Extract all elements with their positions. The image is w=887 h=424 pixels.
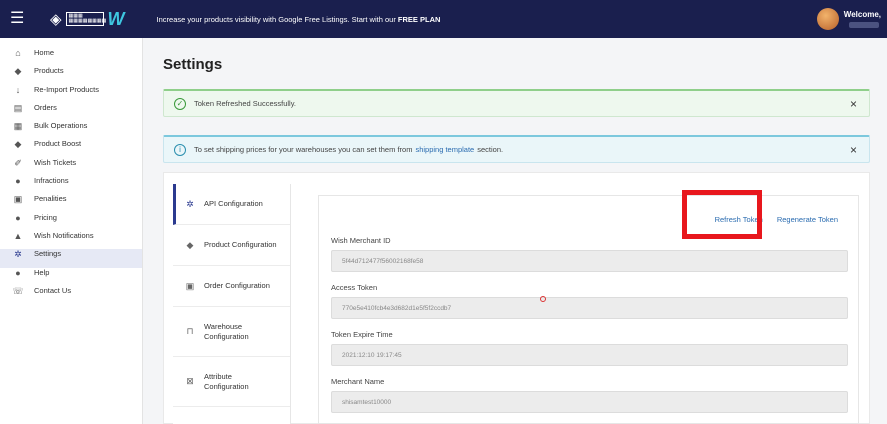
bulk-icon: ▦ <box>13 121 23 132</box>
merchant-id-field[interactable]: 5f44d712477f56002168fe58 <box>331 250 848 272</box>
hamburger-menu-icon[interactable]: ☰ <box>10 11 32 27</box>
info-icon: ● <box>15 176 21 187</box>
tab-label-line1: Attribute <box>204 371 232 381</box>
tab-label-line1: Warehouse <box>204 321 243 331</box>
sidebar-item-products[interactable]: ◆ Products <box>0 66 142 84</box>
token-expire-label: Token Expire Time <box>331 330 393 339</box>
access-token-field[interactable]: 770e5e410fcb4e3d682d1e5f5f2ccdb7 <box>331 297 848 319</box>
sidebar-item-label: Pricing <box>34 212 57 222</box>
home-icon: ⌂ <box>15 48 21 58</box>
sidebar-item-settings[interactable]: ✲ Settings <box>0 249 142 268</box>
merchant-name-label: Merchant Name <box>331 377 385 386</box>
sidebar-item-label: Bulk Operations <box>34 121 88 131</box>
tab-label: Product Configuration <box>204 240 277 249</box>
gear-icon: ✲ <box>14 249 22 260</box>
regenerate-token-link[interactable]: Regenerate Token <box>777 215 838 224</box>
sidebar-item-pricing[interactable]: ● Pricing <box>0 213 142 231</box>
sidebar-item-contact-us[interactable]: ☏ Contact Us <box>0 286 142 304</box>
info-alert-text: To set shipping prices for your warehous… <box>194 145 413 154</box>
sidebar-item-label: Infractions <box>34 176 69 186</box>
welcome-text: Welcome, <box>843 10 881 19</box>
tab-attribute-configuration[interactable]: ⊠ Attribute Configuration <box>173 357 290 407</box>
username-redacted <box>849 22 879 28</box>
sidebar-item-label: Orders <box>34 102 57 112</box>
wish-logo: W <box>107 8 125 29</box>
token-expire-field[interactable]: 2021:12:10 19:17:45 <box>331 344 848 366</box>
promo-banner: Increase your products visibility with G… <box>157 15 441 24</box>
warehouse-icon: ⊓ <box>186 326 194 336</box>
settings-tabs: ✲ API Configuration ◆ Product Configuratio… <box>173 184 291 424</box>
cursor-indicator <box>540 296 546 302</box>
sidebar-item-label: Wish Tickets <box>34 157 77 167</box>
pricing-icon: ● <box>15 212 21 223</box>
promo-banner-plan[interactable]: FREE PLAN <box>398 15 441 24</box>
order-icon: ▣ <box>185 280 195 291</box>
help-icon: ● <box>15 267 21 278</box>
tab-warehouse-configuration[interactable]: ⊓ Warehouse Configuration <box>173 307 290 357</box>
sidebar-item-label: Home <box>34 48 55 57</box>
sidebar-item-home[interactable]: ⌂ Home <box>0 48 142 66</box>
ticket-icon: ✐ <box>14 157 22 168</box>
page-title: Settings <box>163 56 223 73</box>
shipping-template-link[interactable]: shipping template <box>415 145 474 154</box>
merchant-name-field[interactable]: shisamtest10000 <box>331 391 848 413</box>
success-alert-text: Token Refreshed Successfully. <box>194 99 296 108</box>
api-icon: ✲ <box>186 198 194 209</box>
logo-box-text-2: ▦▦▦▦▦▦▦▦ <box>68 18 107 24</box>
avatar[interactable] <box>817 8 839 30</box>
tab-label: Attribute Configuration <box>204 372 249 392</box>
tab-api-configuration[interactable]: ✲ API Configuration <box>173 184 290 225</box>
success-alert: ✓ Token Refreshed Successfully. × <box>163 89 870 117</box>
tab-label-line2: Configuration <box>204 331 249 341</box>
sidebar-item-label: Penalities <box>34 194 67 204</box>
sidebar-item-penalities[interactable]: ▣ Penalities <box>0 194 142 212</box>
merchant-id-label: Wish Merchant ID <box>331 236 391 245</box>
sidebar-item-bulk-operations[interactable]: ▦ Bulk Operations <box>0 121 142 139</box>
close-icon[interactable]: × <box>850 143 857 157</box>
product-tag-icon: ◆ <box>186 239 194 250</box>
highlight-box <box>682 190 762 239</box>
download-icon: ↓ <box>15 84 21 95</box>
attribute-icon: ⊠ <box>186 376 194 386</box>
app-logo[interactable]: ◈ ▦▦▦ ▦▦▦▦▦▦▦▦ W <box>50 9 125 30</box>
info-circle-icon: i <box>174 143 186 156</box>
tag-icon: ◆ <box>14 66 22 77</box>
access-token-label: Access Token <box>331 283 378 292</box>
sidebar-item-label: Products <box>34 66 64 76</box>
penalty-icon: ▣ <box>13 194 23 205</box>
sidebar-item-label: Settings <box>34 249 62 259</box>
top-bar: ☰ ◈ ▦▦▦ ▦▦▦▦▦▦▦▦ W Increase your product… <box>0 0 887 38</box>
sidebar-item-label: Contact Us <box>34 285 72 295</box>
sidebar-item-infractions[interactable]: ● Infractions <box>0 176 142 194</box>
bell-icon: ▲ <box>13 230 23 241</box>
tab-order-configuration[interactable]: ▣ Order Configuration <box>173 266 290 307</box>
tab-label: API Configuration <box>204 199 263 208</box>
sidebar-item-product-boost[interactable]: ◆ Product Boost <box>0 139 142 157</box>
tab-label: Order Configuration <box>204 281 270 290</box>
sidebar-item-help[interactable]: ● Help <box>0 268 142 286</box>
sidebar: ⌂ Home ◆ Products ↓ Re-Import Products ▤ Ord… <box>0 38 143 424</box>
sidebar-item-label: Re-Import Products <box>34 84 100 94</box>
sidebar-item-reimport-products[interactable]: ↓ Re-Import Products <box>0 85 142 103</box>
boost-icon: ◆ <box>14 139 22 150</box>
info-alert-text-after: section. <box>477 145 504 154</box>
logo-box: ▦▦▦ ▦▦▦▦▦▦▦▦ <box>65 12 107 26</box>
diamond-logo-icon: ◈ <box>50 11 62 28</box>
sidebar-item-label: Product Boost <box>34 139 82 149</box>
info-alert: i To set shipping prices for your wareho… <box>163 135 870 163</box>
promo-banner-text: Increase your products visibility with G… <box>156 14 396 24</box>
sidebar-item-wish-tickets[interactable]: ✐ Wish Tickets <box>0 158 142 176</box>
tab-product-configuration[interactable]: ◆ Product Configuration <box>173 225 290 266</box>
tab-label: Warehouse Configuration <box>204 322 249 342</box>
sidebar-item-wish-notifications[interactable]: ▲ Wish Notifications <box>0 231 142 249</box>
sidebar-item-orders[interactable]: ▤ Orders <box>0 103 142 121</box>
close-icon[interactable]: × <box>850 97 857 111</box>
orders-icon: ▤ <box>13 102 23 113</box>
tab-label-line2: Configuration <box>204 381 249 391</box>
sidebar-item-label: Help <box>34 267 50 277</box>
contact-icon: ☏ <box>12 285 24 296</box>
sidebar-item-label: Wish Notifications <box>34 230 94 240</box>
check-circle-icon: ✓ <box>174 97 186 110</box>
